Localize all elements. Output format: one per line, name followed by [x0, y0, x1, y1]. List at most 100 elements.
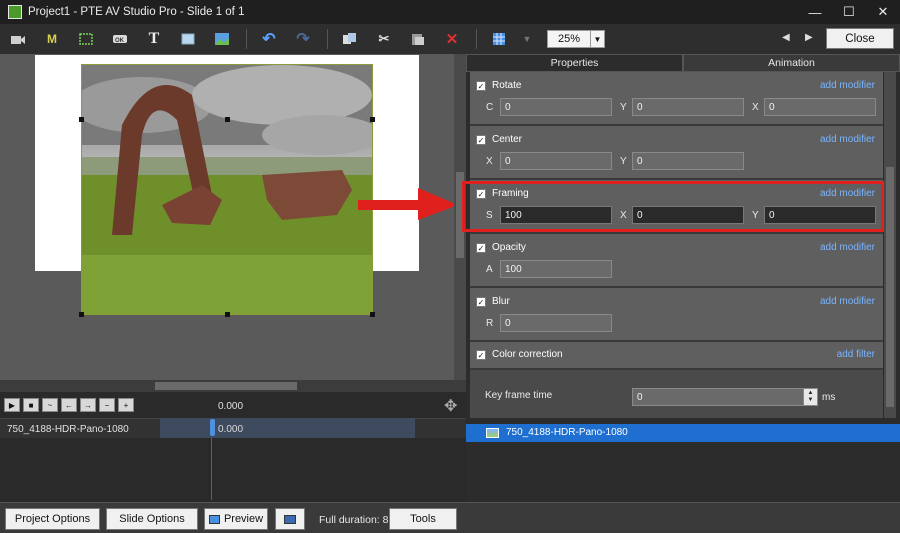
window-title: Project1 - PTE AV Studio Pro - Slide 1 o…: [28, 6, 245, 18]
minus-icon[interactable]: −: [99, 398, 115, 412]
color-correction-add-filter-link[interactable]: add filter: [837, 349, 875, 360]
camera-icon[interactable]: [6, 28, 30, 50]
center-title: Center: [492, 134, 523, 145]
publish-icon: [284, 514, 296, 524]
keyframe-time-label: Key frame time: [485, 390, 553, 401]
stop-icon[interactable]: ■: [23, 398, 39, 412]
resize-handle[interactable]: [370, 312, 375, 317]
rotate-title: Rotate: [492, 80, 522, 91]
center-add-modifier-link[interactable]: add modifier: [820, 134, 875, 145]
animation-panel: ✓ Rotate add modifier C 0 Y 0 X 0 ✓ Cent…: [470, 72, 883, 418]
rotate-y-field[interactable]: 0: [632, 98, 744, 116]
animation-panel-scrollbar[interactable]: [884, 72, 896, 418]
scrollbar-thumb[interactable]: [886, 167, 894, 407]
resize-handle[interactable]: [225, 312, 230, 317]
slide-options-button[interactable]: Slide Options: [106, 508, 198, 530]
rotate-y-label: Y: [620, 102, 627, 113]
slide-image[interactable]: [81, 64, 373, 315]
waveform-icon[interactable]: ~: [42, 398, 58, 412]
center-x-label: X: [486, 156, 493, 167]
opacity-group: ✓ Opacity add modifier A 100: [470, 234, 883, 286]
scrollbar-thumb[interactable]: [155, 382, 297, 390]
object-list-item-label: 750_4188-HDR-Pano-1080: [506, 427, 628, 438]
center-group: ✓ Center add modifier X 0 Y 0: [470, 126, 883, 178]
timeline-track[interactable]: [160, 418, 415, 438]
m-icon[interactable]: M: [40, 28, 64, 50]
blur-checkbox[interactable]: ✓: [476, 297, 486, 307]
preview-button[interactable]: Preview: [204, 508, 268, 530]
resize-handle[interactable]: [225, 117, 230, 122]
zoom-select[interactable]: 25% ▼: [547, 30, 605, 48]
center-y-label: Y: [620, 156, 627, 167]
opacity-a-label: A: [486, 264, 493, 275]
publish-button[interactable]: [275, 508, 305, 530]
center-x-field[interactable]: 0: [500, 152, 612, 170]
arrow-right-icon[interactable]: →: [80, 398, 96, 412]
previous-slide-icon[interactable]: ◀: [782, 32, 790, 43]
ok-icon[interactable]: OK: [108, 28, 132, 50]
opacity-add-modifier-link[interactable]: add modifier: [820, 242, 875, 253]
grid-icon[interactable]: [487, 28, 511, 50]
opacity-a-field[interactable]: 100: [500, 260, 612, 278]
play-icon[interactable]: ▶: [4, 398, 20, 412]
title-bar: Project1 - PTE AV Studio Pro - Slide 1 o…: [0, 0, 900, 24]
rotate-checkbox[interactable]: ✓: [476, 81, 486, 91]
rotate-add-modifier-link[interactable]: add modifier: [820, 80, 875, 91]
zoom-value: 25%: [557, 33, 581, 45]
timeline-ruler-time: 0.000: [218, 401, 244, 412]
preview-button-label: Preview: [223, 513, 264, 525]
close-window-button[interactable]: ✕: [866, 0, 900, 24]
undo-icon[interactable]: ↶: [257, 28, 281, 50]
plus-icon[interactable]: +: [118, 398, 134, 412]
preview-horizontal-scrollbar[interactable]: [0, 380, 466, 392]
color-correction-group: ✓ Color correction add filter: [470, 342, 883, 368]
rotate-x-field[interactable]: 0: [764, 98, 876, 116]
blur-add-modifier-link[interactable]: add modifier: [820, 296, 875, 307]
timeline-track-label: 750_4188-HDR-Pano-1080: [7, 424, 129, 435]
arrow-left-icon[interactable]: ←: [61, 398, 77, 412]
opacity-title: Opacity: [492, 242, 526, 253]
delete-icon[interactable]: ✕: [440, 28, 464, 50]
center-checkbox[interactable]: ✓: [476, 135, 486, 145]
tab-animation[interactable]: Animation: [683, 54, 900, 72]
move-icon[interactable]: ✥: [444, 396, 457, 416]
timeline-keyframe[interactable]: [210, 419, 215, 436]
blur-r-label: R: [486, 318, 494, 329]
timeline: ▶ ■ ~ ← → − + 0.000 ✥ 750_4188-HDR-Pano-…: [0, 392, 466, 502]
resize-handle[interactable]: [79, 117, 84, 122]
red-arrow-icon: [358, 188, 458, 220]
center-y-field[interactable]: 0: [632, 152, 744, 170]
blur-r-field[interactable]: 0: [500, 314, 612, 332]
image-icon[interactable]: [210, 28, 234, 50]
text-icon[interactable]: T: [142, 28, 166, 50]
zoom-dropdown-icon[interactable]: ▼: [590, 31, 604, 47]
paste-icon[interactable]: [406, 28, 430, 50]
next-slide-icon[interactable]: ▶: [805, 32, 813, 43]
rotate-x-label: X: [752, 102, 759, 113]
resize-handle[interactable]: [79, 312, 84, 317]
playhead[interactable]: [211, 438, 212, 500]
keyframe-time-spinner[interactable]: ▲ ▼: [803, 389, 817, 405]
close-button[interactable]: Close: [826, 28, 894, 49]
color-correction-title: Color correction: [492, 349, 563, 360]
project-options-button[interactable]: Project Options: [5, 508, 100, 530]
copy-icon[interactable]: [338, 28, 362, 50]
chevron-down-icon[interactable]: ▼: [521, 28, 533, 50]
toolbar: M OK T ↶ ↷ ✂ ✕ ▼ 25% ▼ ◀ ▶ Close: [0, 24, 900, 54]
cut-icon[interactable]: ✂: [372, 28, 396, 50]
keyframe-time-field[interactable]: 0 ▲ ▼: [632, 388, 818, 406]
tools-button[interactable]: Tools: [389, 508, 457, 530]
color-correction-checkbox[interactable]: ✓: [476, 350, 486, 360]
toolbar-separator: [246, 29, 247, 49]
resize-handle[interactable]: [370, 117, 375, 122]
minimize-button[interactable]: —: [798, 0, 832, 24]
frame-icon[interactable]: [74, 28, 98, 50]
timeline-track-value: 0.000: [218, 424, 244, 435]
rotate-c-field[interactable]: 0: [500, 98, 612, 116]
redo-icon[interactable]: ↷: [291, 28, 315, 50]
tab-properties[interactable]: Properties: [466, 54, 683, 72]
rectangle-icon[interactable]: [176, 28, 200, 50]
opacity-checkbox[interactable]: ✓: [476, 243, 486, 253]
maximize-button[interactable]: ☐: [832, 0, 866, 24]
toolbar-separator: [327, 29, 328, 49]
